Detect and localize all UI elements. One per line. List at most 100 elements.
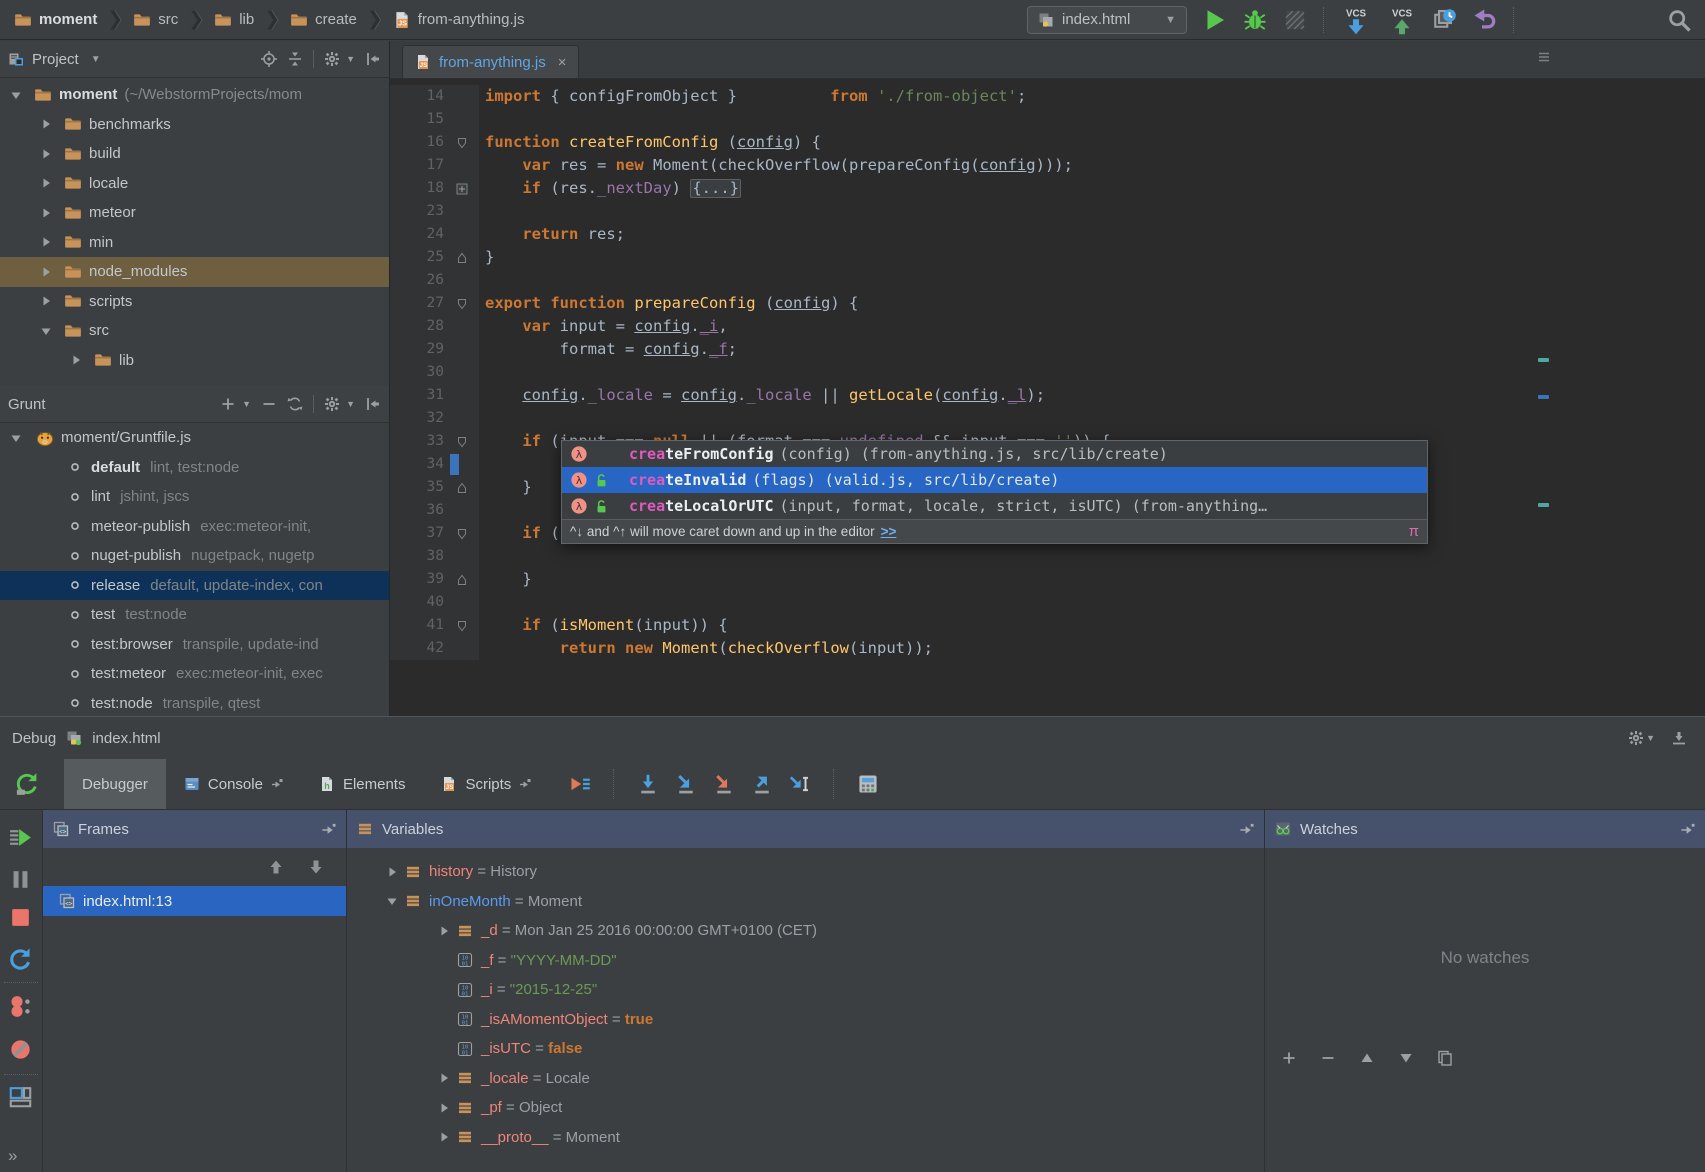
completion-item-createInvalid[interactable]: λcreateInvalid(flags) (valid.js, src/lib… (562, 467, 1427, 493)
restart-button[interactable] (8, 947, 33, 972)
chevron-down-icon[interactable] (383, 893, 401, 909)
resume-button[interactable] (8, 825, 33, 850)
editor-gutter[interactable]: 24 (390, 223, 479, 246)
breadcrumb-item[interactable]: src (133, 11, 178, 29)
grunt-task-nuget-publish[interactable]: nuget-publishnugetpack, nugetp (0, 541, 389, 571)
open-in-new-window-icon[interactable] (519, 778, 531, 790)
search-everywhere-button[interactable] (1667, 8, 1691, 32)
grunt-task-test[interactable]: testtest:node (0, 600, 389, 630)
editor-gutter[interactable]: 34 (390, 453, 479, 476)
show-execution-point-button[interactable] (569, 773, 591, 795)
fold-gutter[interactable] (450, 637, 473, 660)
stripe-menu-icon[interactable] (1536, 49, 1552, 65)
coverage-button[interactable] (1283, 8, 1307, 32)
code-line-26[interactable]: 26 (390, 269, 1705, 292)
code-line-28[interactable]: 28 var input = config._i, (390, 315, 1705, 338)
variable-row-_locale[interactable]: _locale = Locale (347, 1064, 1264, 1094)
chevron-right-icon[interactable] (38, 116, 54, 132)
fold-gutter[interactable] (450, 568, 473, 591)
code-line-16[interactable]: 16function createFromConfig (config) { (390, 131, 1705, 154)
grunt-task-default[interactable]: defaultlint, test:node (0, 453, 389, 483)
remove-watch-button[interactable] (1320, 1050, 1336, 1066)
collapse-all-button[interactable] (287, 51, 303, 67)
fold-gutter[interactable] (450, 591, 473, 614)
debug-button[interactable] (1243, 8, 1267, 32)
tree-row-node_modules[interactable]: node_modules (0, 257, 389, 287)
local-history-button[interactable] (1433, 8, 1457, 32)
editor-tab-from-anything[interactable]: JS from-anything.js × (402, 45, 579, 78)
fold-gutter[interactable] (450, 545, 473, 568)
editor-gutter[interactable]: 15 (390, 108, 479, 131)
fold-gutter[interactable] (450, 154, 473, 177)
fold-gutter[interactable] (450, 315, 473, 338)
code-line-18[interactable]: 18 if (res._nextDay) {...} (390, 177, 1705, 200)
fold-gutter[interactable] (450, 614, 473, 637)
editor-gutter[interactable]: 23 (390, 200, 479, 223)
editor-gutter[interactable]: 28 (390, 315, 479, 338)
run-button[interactable] (1203, 8, 1227, 32)
fold-gutter[interactable] (450, 361, 473, 384)
previous-frame-button[interactable] (268, 859, 284, 875)
hide-panel-button[interactable] (365, 396, 381, 412)
code-line-27[interactable]: 27export function prepareConfig (config)… (390, 292, 1705, 315)
gear-icon[interactable] (1628, 730, 1644, 746)
stripe-mark[interactable] (1538, 395, 1549, 399)
fold-gutter[interactable] (450, 407, 473, 430)
fold-gutter[interactable] (450, 131, 473, 154)
vcs-commit-button[interactable]: VCS (1387, 4, 1417, 36)
tree-row-root[interactable]: moment(~/WebstormProjects/mom (0, 80, 389, 110)
fold-gutter[interactable] (450, 522, 473, 545)
editor-gutter[interactable]: 30 (390, 361, 479, 384)
remove-task-button[interactable] (261, 396, 277, 412)
variable-row-_i[interactable]: 1001_i = "2015-12-25" (347, 975, 1264, 1005)
tree-row-build[interactable]: build (0, 139, 389, 169)
code-line-30[interactable]: 30 (390, 361, 1705, 384)
fold-gutter[interactable] (450, 108, 473, 131)
grunt-task-test:node[interactable]: test:nodetranspile, qtest (0, 689, 389, 717)
restore-layout-button[interactable] (8, 1084, 33, 1109)
variable-row-_isAMomentObject[interactable]: 1001_isAMomentObject = true (347, 1005, 1264, 1035)
move-watch-down-button[interactable] (1398, 1050, 1414, 1066)
code-line-31[interactable]: 31 config._locale = config._locale || ge… (390, 384, 1705, 407)
dock-panel-button[interactable] (1671, 730, 1687, 746)
reload-tasks-button[interactable] (287, 396, 303, 412)
variable-row-inOneMonth[interactable]: inOneMonth = Moment (347, 887, 1264, 917)
editor-gutter[interactable]: 40 (390, 591, 479, 614)
variable-row-__proto__[interactable]: __proto__ = Moment (347, 1123, 1264, 1153)
editor-gutter[interactable]: 32 (390, 407, 479, 430)
chevron-down-icon[interactable] (8, 87, 24, 103)
grunt-task-test:browser[interactable]: test:browsertranspile, update-ind (0, 630, 389, 660)
fold-gutter[interactable] (450, 292, 473, 315)
evaluate-expression-button[interactable] (857, 773, 879, 795)
tree-row-lib[interactable]: lib (0, 346, 389, 376)
tree-row-locale[interactable]: locale (0, 169, 389, 199)
fold-gutter[interactable] (450, 85, 473, 108)
fold-gutter[interactable] (450, 269, 473, 292)
debug-tab-debugger[interactable]: Debugger (64, 759, 166, 809)
more-icon[interactable]: » (8, 1146, 15, 1166)
stripe-mark[interactable] (1538, 358, 1549, 362)
chevron-right-icon[interactable] (435, 1100, 453, 1116)
fold-gutter[interactable] (450, 476, 473, 499)
editor-gutter[interactable]: 18 (390, 177, 479, 200)
hint-more-link[interactable]: >> (881, 524, 897, 539)
move-watch-up-button[interactable] (1359, 1050, 1375, 1066)
fold-gutter[interactable] (450, 200, 473, 223)
editor-gutter[interactable]: 38 (390, 545, 479, 568)
tree-row-min[interactable]: min (0, 228, 389, 258)
duplicate-watch-button[interactable] (1437, 1050, 1453, 1066)
stripe-mark[interactable] (1538, 503, 1549, 507)
chevron-right-icon[interactable] (38, 264, 54, 280)
editor-gutter[interactable]: 39 (390, 568, 479, 591)
editor-gutter[interactable]: 27 (390, 292, 479, 315)
editor-gutter[interactable]: 33 (390, 430, 479, 453)
mute-breakpoints-button[interactable] (8, 1037, 33, 1062)
breadcrumb-item[interactable]: lib (214, 11, 254, 29)
grunt-task-lint[interactable]: lintjshint, jscs (0, 482, 389, 512)
tree-row-scripts[interactable]: scripts (0, 287, 389, 317)
code-line-14[interactable]: 14import { configFromObject } from './fr… (390, 85, 1705, 108)
variable-row-_pf[interactable]: _pf = Object (347, 1093, 1264, 1123)
code-line-25[interactable]: 25} (390, 246, 1705, 269)
force-step-into-button[interactable] (713, 773, 735, 795)
vcs-update-button[interactable]: VCS (1341, 4, 1371, 36)
